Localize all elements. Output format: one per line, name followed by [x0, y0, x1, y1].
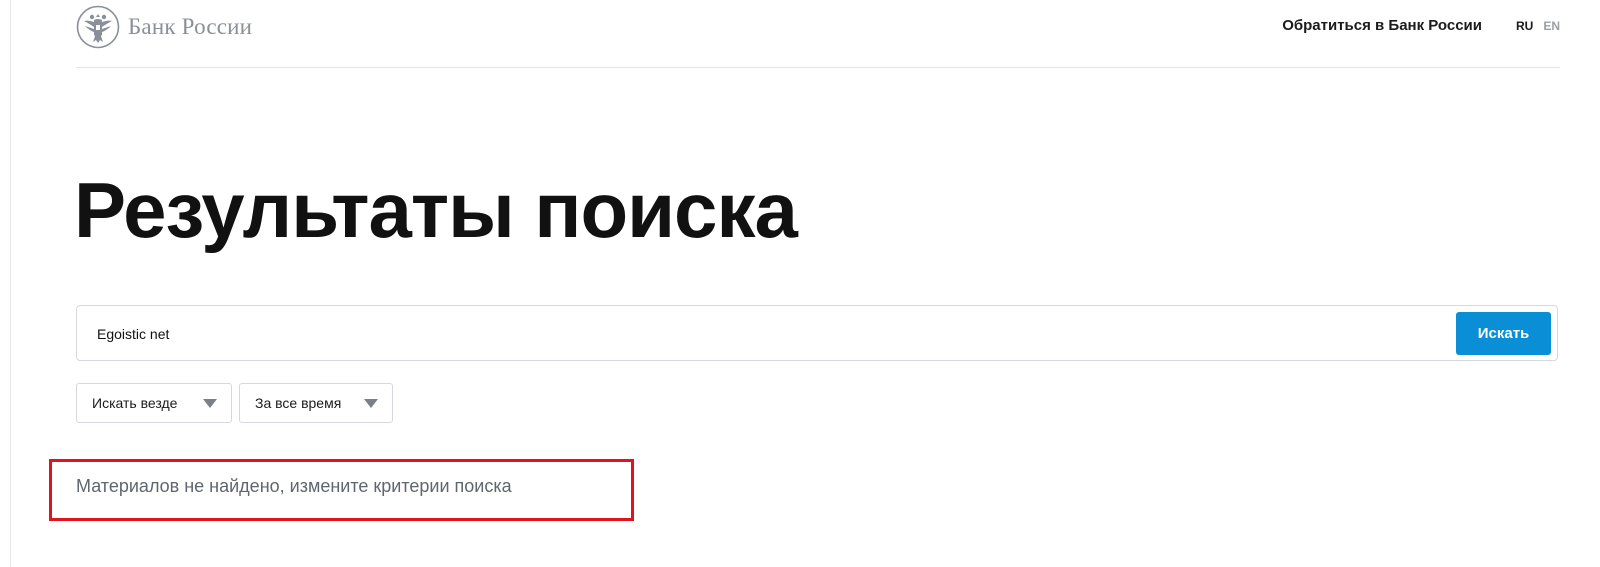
- contact-bank-link[interactable]: Обратиться в Банк России: [1282, 17, 1482, 34]
- language-switcher: RU EN: [1516, 19, 1560, 33]
- scope-filter-dropdown[interactable]: Искать везде: [76, 383, 232, 423]
- search-input[interactable]: [97, 316, 1397, 352]
- language-en[interactable]: EN: [1543, 19, 1560, 33]
- logo-text: Банк России: [128, 14, 253, 39]
- language-ru[interactable]: RU: [1516, 19, 1533, 33]
- page-title: Результаты поиска: [74, 166, 798, 254]
- period-filter-label: За все время: [255, 395, 342, 411]
- page: Банк России Обратиться в Банк России RU …: [0, 0, 1600, 567]
- scope-filter-label: Искать везде: [92, 395, 178, 411]
- period-filter-dropdown[interactable]: За все время: [239, 383, 393, 423]
- left-divider: [10, 0, 11, 567]
- chevron-down-icon: [203, 399, 217, 408]
- chevron-down-icon: [364, 399, 378, 408]
- no-results-message: Материалов не найдено, измените критерии…: [76, 476, 512, 496]
- logo-link[interactable]: Банк России: [76, 5, 252, 49]
- double-headed-eagle-icon: [76, 5, 120, 49]
- site-header: Банк России Обратиться в Банк России RU …: [76, 0, 1560, 68]
- search-bar: Искать: [76, 305, 1558, 361]
- search-button[interactable]: Искать: [1456, 312, 1551, 355]
